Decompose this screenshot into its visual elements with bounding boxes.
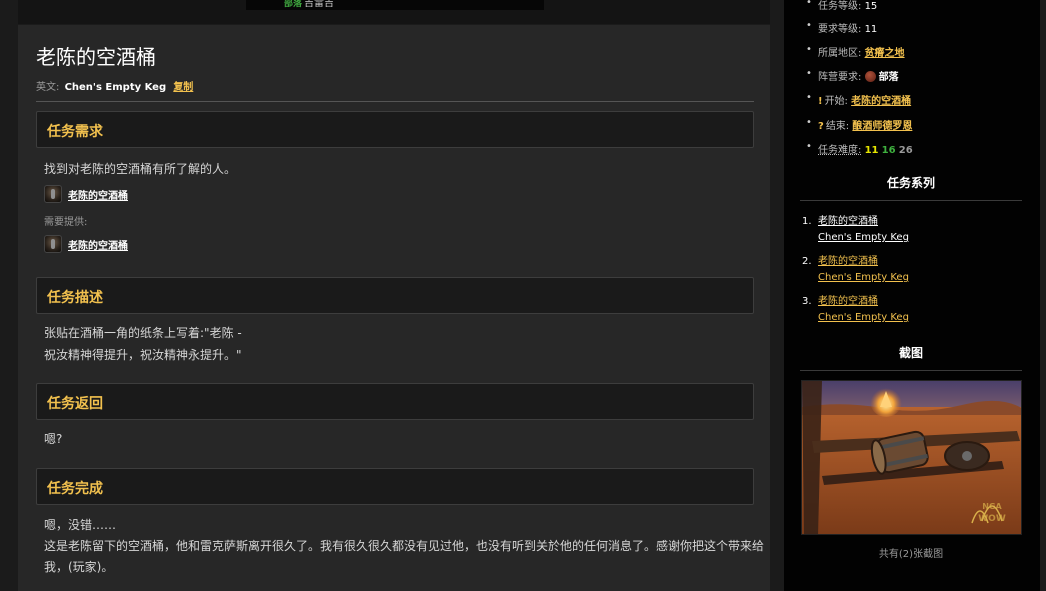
info-label: 开始: — [824, 96, 848, 107]
info-faction: • 阵营要求: 部落 — [784, 68, 1040, 83]
objective-text: 找到对老陈的空酒桶有所了解的人。 — [44, 162, 237, 176]
bullet: • — [806, 117, 812, 128]
description-line-2: 祝汝精神得提升，祝汝精神永提升。" — [44, 348, 242, 362]
required-item-link[interactable]: 老陈的空酒桶 — [68, 187, 128, 202]
bullet: • — [806, 141, 812, 152]
watermark-line-1: NGA — [982, 502, 1002, 511]
section-title: 任务完成 — [47, 481, 103, 497]
top-tag: 部落 — [284, 0, 303, 9]
series-number: 3. — [802, 296, 812, 307]
watermark-line-2: WOW — [978, 514, 1006, 524]
difficulty-yellow: 11 — [864, 145, 879, 156]
info-difficulty: • 任务难度: 11 16 26 — [784, 141, 1040, 156]
info-value: 11 — [864, 24, 878, 35]
series-number: 1. — [802, 216, 812, 227]
bullet: • — [806, 44, 812, 55]
info-label: 结束: — [825, 121, 850, 132]
completion-line-1: 嗯，没错…… — [44, 518, 117, 532]
info-label: 所属地区: — [818, 48, 862, 59]
copy-button[interactable]: 复制 — [173, 82, 193, 93]
info-label: 要求等级: — [818, 24, 862, 35]
required-item[interactable]: 老陈的空酒桶 — [44, 185, 128, 203]
quest-end-icon: ? — [818, 121, 824, 132]
english-label: 英文: — [36, 82, 60, 93]
info-start: • ! 开始: 老陈的空酒桶 — [784, 92, 1040, 107]
bullet: • — [806, 0, 812, 8]
series-link-en[interactable]: Chen's Empty Keg — [818, 230, 909, 246]
item-keg-icon — [44, 185, 62, 203]
bullet: • — [806, 20, 812, 31]
series-link-cn[interactable]: 老陈的空酒桶 — [818, 294, 878, 310]
info-req-level: • 要求等级: 11 — [784, 20, 1040, 35]
zone-link[interactable]: 贫瘠之地 — [865, 48, 905, 59]
series-number: 2. — [802, 256, 812, 267]
series-heading: 任务系列 — [886, 176, 935, 190]
top-tooltip-fragment: 部落 吉雷吉 — [246, 0, 544, 10]
difficulty-gray: 26 — [898, 145, 913, 156]
top-text: 吉雷吉 — [304, 0, 335, 9]
description-line-1: 张贴在酒桶一角的纸条上写着:"老陈 - — [44, 326, 242, 340]
progress-text: 嗯? — [44, 432, 63, 446]
series-link-en[interactable]: Chen's Empty Keg — [818, 270, 909, 286]
info-end: • ? 结束: 酿酒师德罗恩 — [784, 117, 1040, 132]
bullet: • — [806, 92, 812, 103]
series-divider — [800, 200, 1022, 201]
bullet: • — [806, 68, 812, 79]
screenshot-illustration: NGA WOW — [802, 381, 1021, 534]
section-title: 任务返回 — [47, 396, 103, 412]
quest-start-icon: ! — [818, 96, 823, 107]
screenshot-caption: 共有(2)张截图 — [878, 549, 944, 560]
provided-label: 需要提供: — [44, 217, 88, 228]
english-name-row: 英文: Chen's Empty Keg 复制 — [36, 78, 193, 93]
section-title: 任务需求 — [47, 124, 103, 140]
horde-icon — [864, 71, 876, 82]
provided-item[interactable]: 老陈的空酒桶 — [44, 235, 128, 253]
difficulty-green: 16 — [881, 145, 896, 156]
completion-line-3: 我，(玩家)。 — [44, 560, 114, 574]
info-label: 任务难度: — [818, 145, 862, 156]
title-divider — [36, 101, 754, 102]
quest-start-link[interactable]: 老陈的空酒桶 — [851, 96, 911, 107]
completion-line-2: 这是老陈留下的空酒桶，他和雷克萨斯离开很久了。我有很久很久都没有见过他，也没有听… — [44, 539, 765, 553]
screenshot-heading: 截图 — [898, 346, 923, 360]
info-label: 阵营要求: — [818, 72, 862, 83]
section-header-description: 任务描述 — [36, 277, 754, 314]
sidebar: • 任务等级: 15 • 要求等级: 11 • 所属地区: 贫瘠之地 • 阵营要… — [784, 0, 1040, 591]
info-zone: • 所属地区: 贫瘠之地 — [784, 44, 1040, 59]
quest-panel: 老陈的空酒桶 英文: Chen's Empty Keg 复制 任务需求 找到对老… — [18, 25, 770, 591]
quest-end-link[interactable]: 酿酒师德罗恩 — [852, 121, 912, 132]
english-name: Chen's Empty Keg — [64, 82, 167, 93]
series-link-cn[interactable]: 老陈的空酒桶 — [818, 254, 878, 270]
section-header-completion: 任务完成 — [36, 468, 754, 505]
screenshot-image[interactable]: NGA WOW — [801, 380, 1022, 535]
provided-item-link[interactable]: 老陈的空酒桶 — [68, 237, 128, 252]
section-header-progress: 任务返回 — [36, 383, 754, 420]
section-title: 任务描述 — [47, 290, 103, 306]
info-quest-level: • 任务等级: 15 — [784, 0, 1040, 12]
series-link-cn[interactable]: 老陈的空酒桶 — [818, 214, 878, 230]
series-link-en[interactable]: Chen's Empty Keg — [818, 310, 909, 326]
page-title: 老陈的空酒桶 — [36, 45, 156, 69]
info-value: 部落 — [878, 72, 899, 83]
item-keg-icon — [44, 235, 62, 253]
info-label: 任务等级: — [818, 1, 862, 12]
section-header-requirements: 任务需求 — [36, 111, 754, 148]
info-value: 15 — [864, 1, 878, 12]
screenshot-divider — [800, 370, 1022, 371]
